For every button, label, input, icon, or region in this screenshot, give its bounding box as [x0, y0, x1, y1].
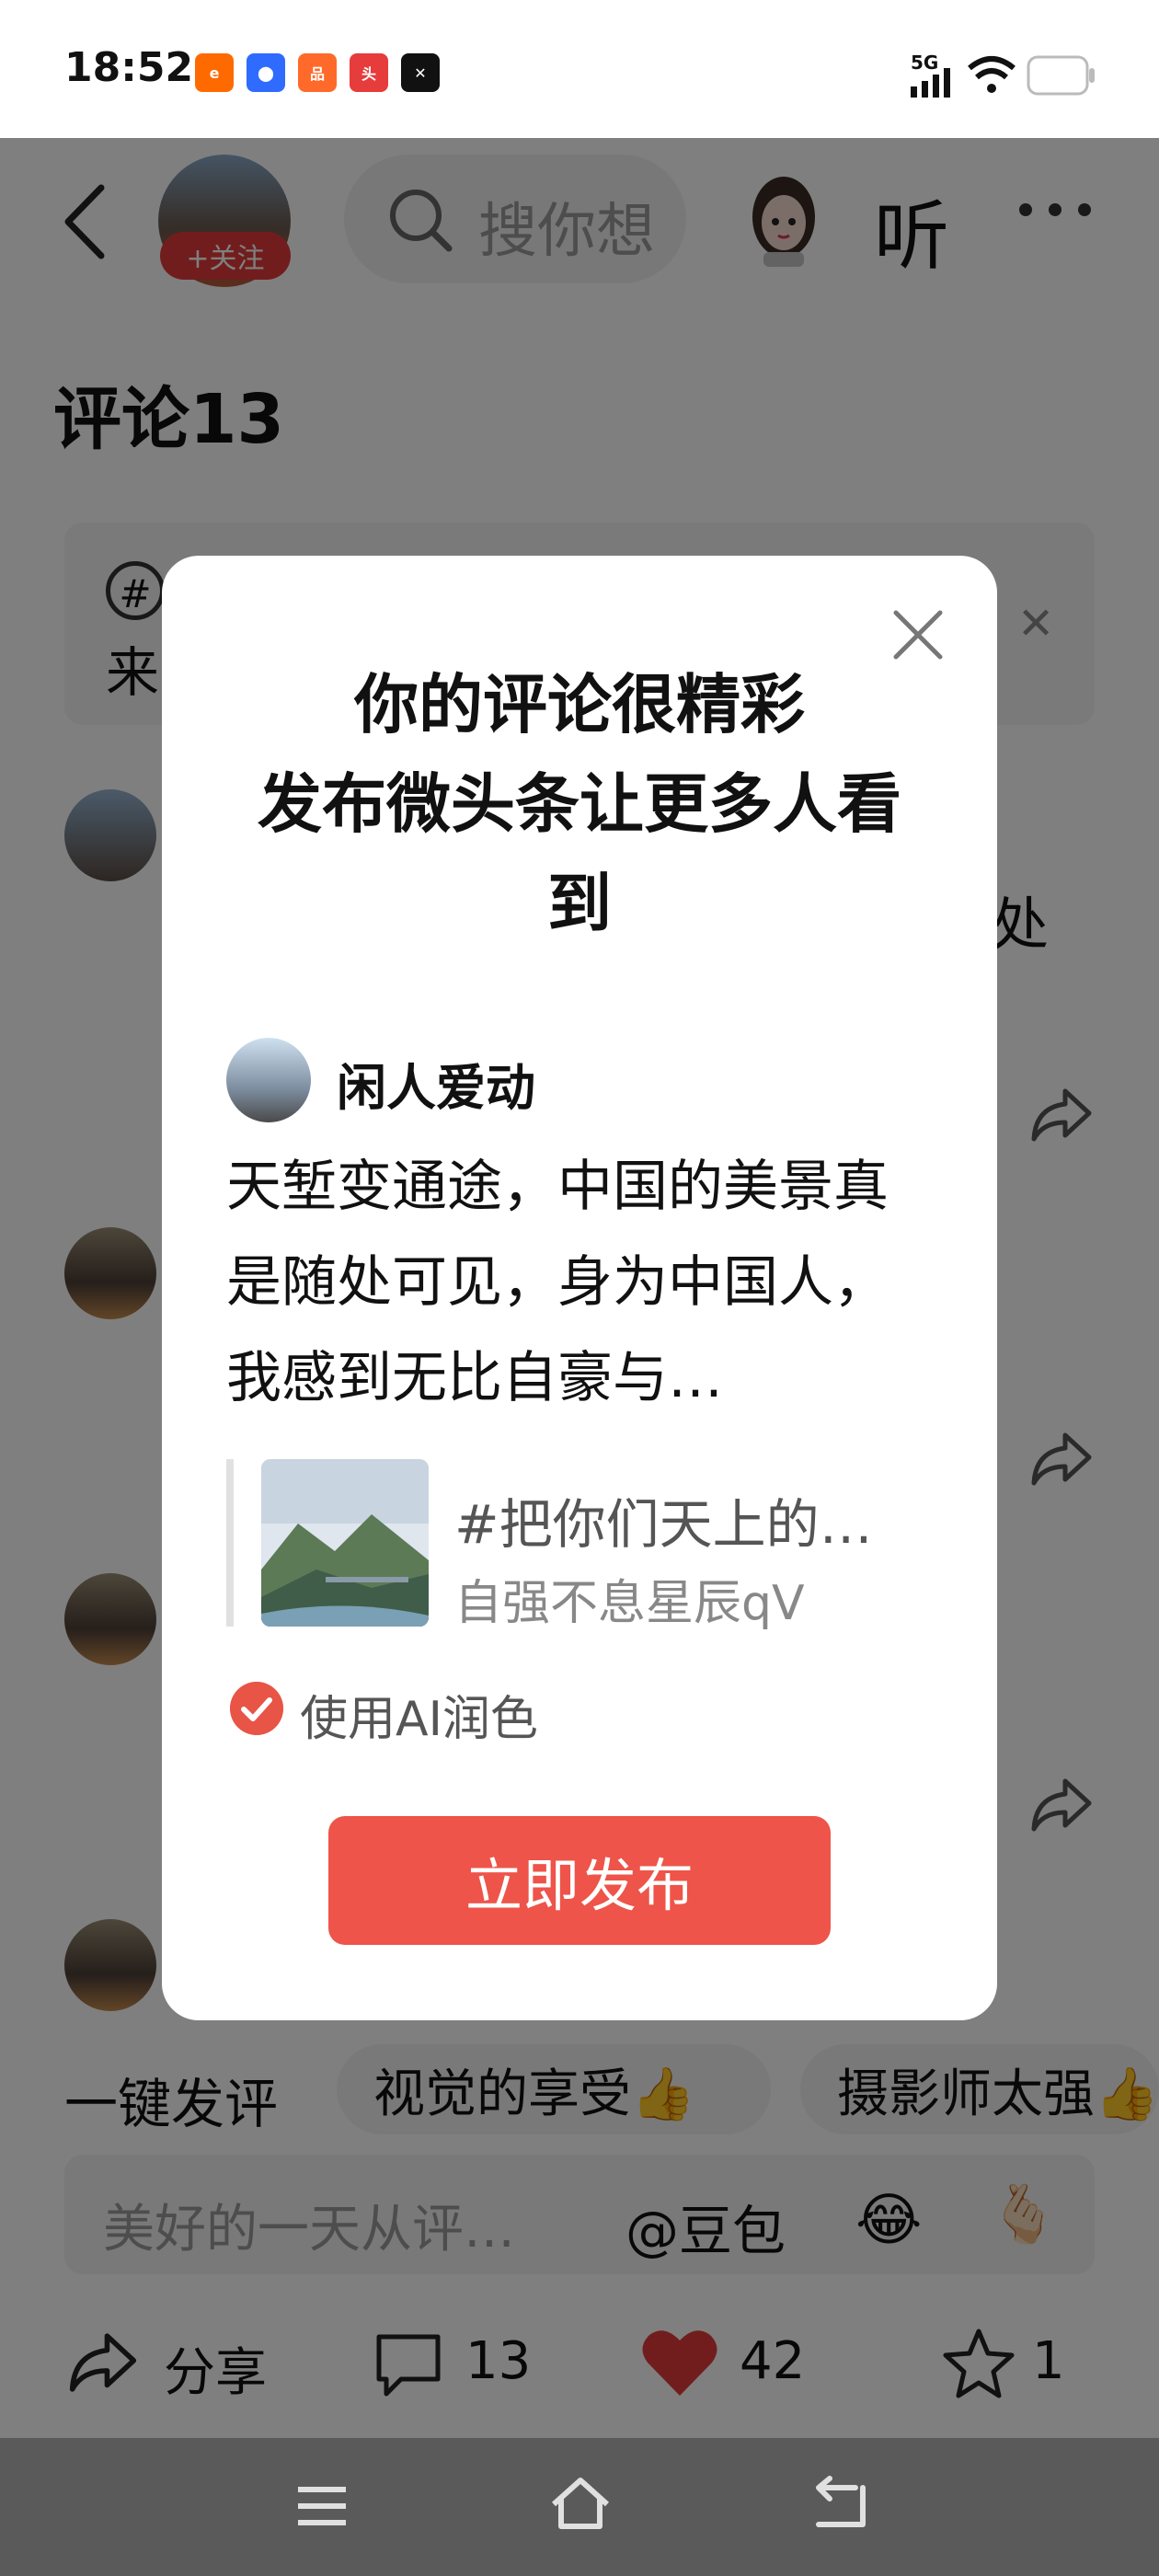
publish-button[interactable]: 立即发布	[328, 1816, 831, 1945]
quote-author: 自强不息星辰qV	[454, 1576, 805, 1631]
signal-icon	[911, 68, 950, 98]
status-bar: 18:52 e ⬤ 品 头 ✕ 5G	[0, 0, 1159, 138]
app-icon-1688: e	[195, 53, 234, 92]
comment-body: 天堑变通途，中国的美景真是随处可见，身为中国人，我感到无比自豪与…	[226, 1155, 889, 1410]
quote-thumbnail	[261, 1459, 429, 1627]
username: 闲人爱动	[337, 1059, 535, 1117]
wifi-icon	[968, 56, 1016, 93]
quote-title: #把你们天上的…	[454, 1493, 873, 1556]
dialog-title-line: 你的评论很精彩	[354, 667, 805, 742]
status-time: 18:52	[64, 44, 194, 91]
app-icon-capcut: ✕	[401, 53, 440, 92]
checkbox-checked-icon[interactable]	[230, 1682, 283, 1735]
battery-icon	[1027, 55, 1095, 96]
dialog-title: 你的评论很精彩 发布微头条让更多人看 到	[162, 655, 997, 953]
dialog-title-line: 到	[547, 866, 612, 941]
home-nav-icon[interactable]	[548, 2475, 613, 2534]
app-icon-toutiao: 头	[350, 53, 388, 92]
user-avatar	[226, 1038, 311, 1122]
quote-divider	[226, 1459, 234, 1627]
app-icon-baidu: ⬤	[247, 53, 285, 92]
app-icon-taobao: 品	[298, 53, 337, 92]
menu-nav-icon[interactable]	[294, 2478, 350, 2534]
dialog-title-line: 发布微头条让更多人看	[258, 766, 901, 842]
ai-polish-label[interactable]: 使用AI润色	[300, 1680, 538, 1749]
back-nav-icon[interactable]	[809, 2475, 868, 2534]
